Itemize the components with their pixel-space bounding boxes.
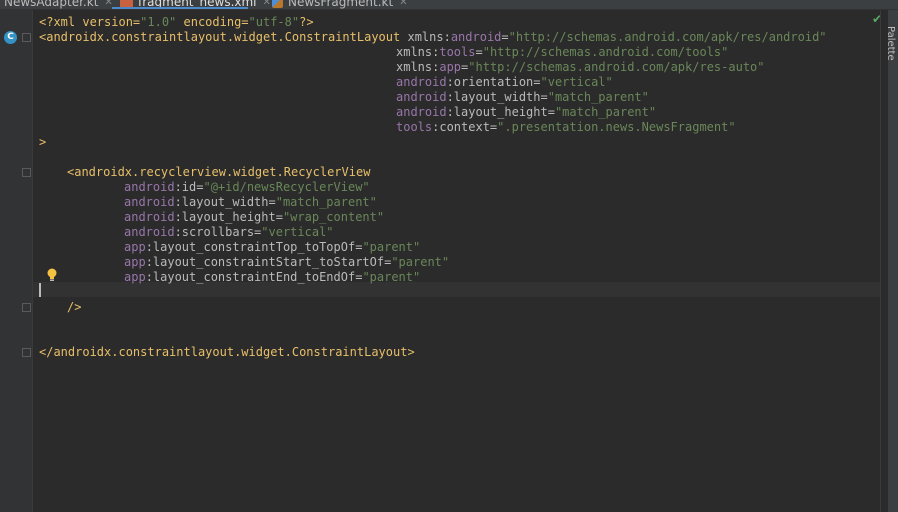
code-line-15: app:layout_constraintTop_toTopOf="parent… <box>124 240 421 254</box>
code-line-13: android:layout_height="wrap_content" <box>124 210 385 224</box>
code-line-11: android:id="@+id/newsRecyclerView" <box>124 180 370 194</box>
code-line-16: app:layout_constraintStart_toStartOf="pa… <box>124 255 450 269</box>
code-line-1: <?xml version="1.0" encoding="utf-8"?> <box>39 15 314 29</box>
kotlin-file-icon <box>272 0 283 8</box>
code-line-19: </androidx.constraintlayout.widget.Const… <box>39 345 415 359</box>
palette-sidebar[interactable] <box>888 10 898 512</box>
fold-marker-icon[interactable] <box>22 168 31 177</box>
code-editor[interactable]: <?xml version="1.0" encoding="utf-8"?> <… <box>33 10 880 512</box>
code-line-6: android:layout_width="match_parent" <box>396 90 649 104</box>
code-line-7: android:layout_height="match_parent" <box>396 105 657 119</box>
tab-label: NewsFragment.kt <box>288 0 394 9</box>
code-line-3: xmlns:tools="http://schemas.android.com/… <box>396 45 729 59</box>
close-icon[interactable]: ✕ <box>399 0 407 8</box>
close-icon[interactable]: ✕ <box>263 0 271 8</box>
fold-marker-icon[interactable] <box>22 303 31 312</box>
code-line-2: <androidx.constraintlayout.widget.Constr… <box>39 30 827 44</box>
palette-tool-button[interactable]: Palette <box>885 26 896 61</box>
code-line-9: > <box>39 135 47 149</box>
code-line-14: android:scrollbars="vertical" <box>124 225 334 239</box>
fold-marker-icon[interactable] <box>22 33 31 42</box>
tab-label: NewsAdapter.kt <box>4 0 99 9</box>
fold-marker-icon[interactable] <box>22 348 31 357</box>
code-line-10: <androidx.recyclerview.widget.RecyclerVi… <box>67 165 371 179</box>
active-tab-indicator <box>112 7 248 9</box>
code-line-17: app:layout_constraintEnd_toEndOf="parent… <box>124 270 421 284</box>
code-line-5: android:orientation="vertical" <box>396 75 613 89</box>
class-icon[interactable]: C <box>4 31 17 44</box>
code-line-12: android:layout_width="match_parent" <box>124 195 377 209</box>
code-line-4: xmlns:app="http://schemas.android.com/ap… <box>396 60 765 74</box>
tab-news-fragment[interactable]: NewsFragment.kt ✕ <box>272 0 408 9</box>
code-line-8: tools:context=".presentation.news.NewsFr… <box>396 120 736 134</box>
tab-news-adapter[interactable]: NewsAdapter.kt ✕ <box>4 0 113 9</box>
text-caret <box>39 283 41 297</box>
code-line-18: /> <box>67 300 82 314</box>
editor-gutter[interactable] <box>0 10 32 512</box>
lightbulb-icon[interactable] <box>46 268 58 282</box>
editor-tab-bar: NewsAdapter.kt ✕ fragment_news.xml ✕ New… <box>0 0 898 10</box>
